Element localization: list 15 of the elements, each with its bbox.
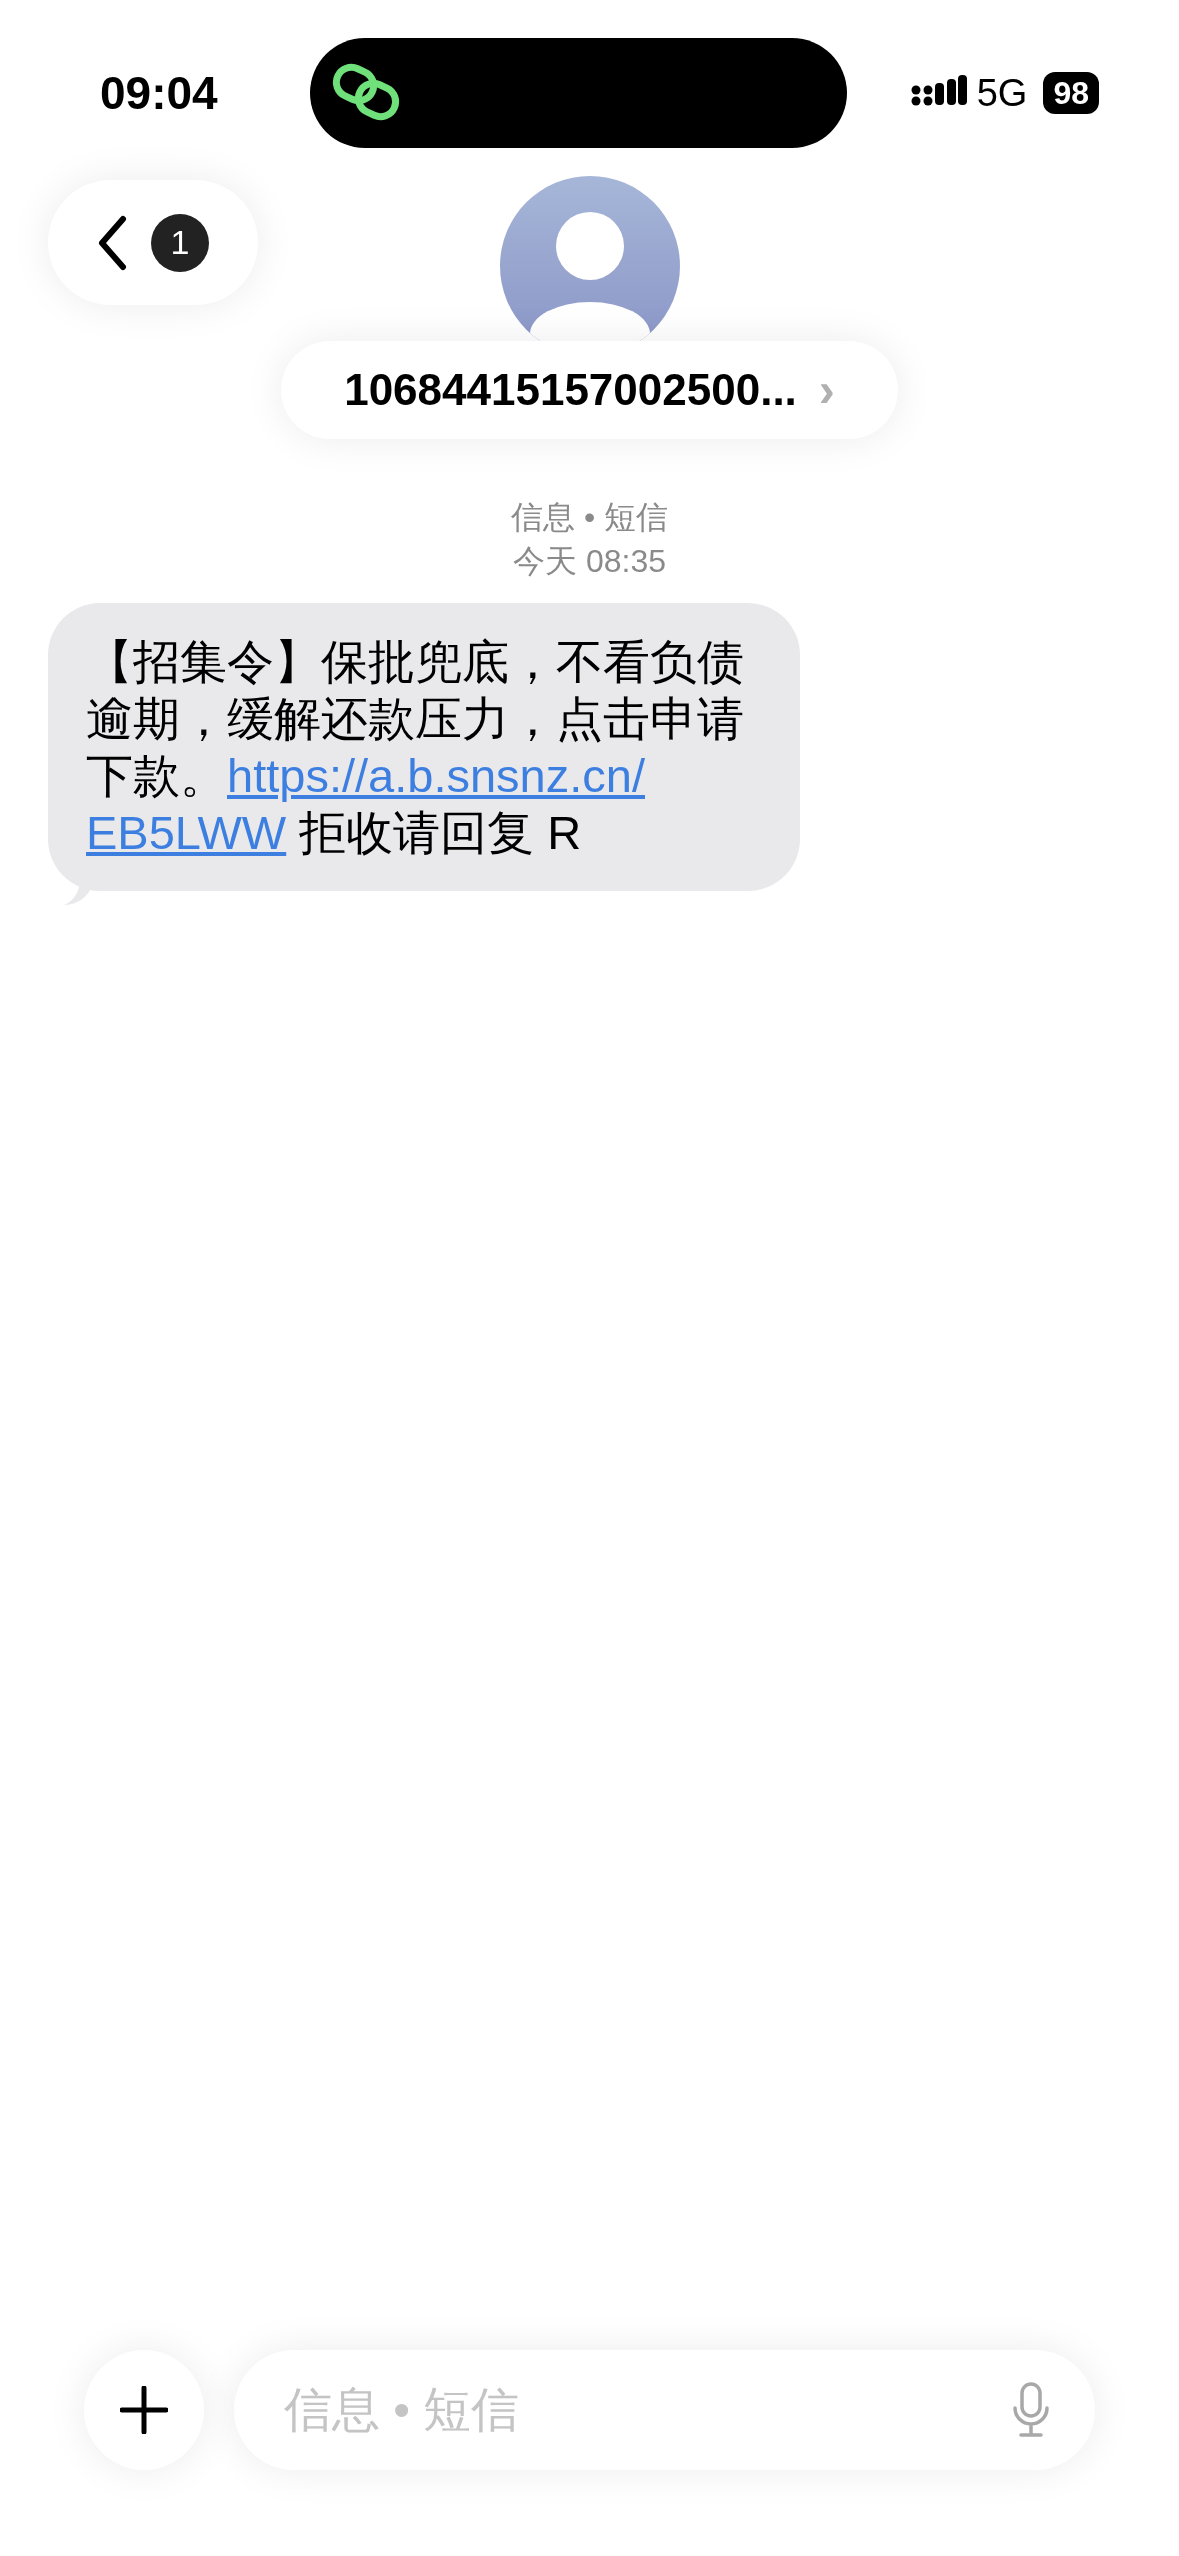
plus-icon <box>120 2386 168 2434</box>
message-field[interactable]: 信息 • 短信 <box>284 2374 1011 2446</box>
chevron-icon: › <box>818 354 835 426</box>
contact-number: 10684415157002500... <box>344 364 797 416</box>
unread-badge: 1 <box>151 213 209 272</box>
link-icon <box>332 63 402 123</box>
message-channel: 信息 • 短信 <box>511 498 668 537</box>
back-icon <box>97 214 127 271</box>
message-text: 【招集令】保批兜底，不看负债逾期，缓解还款压力，点击申请下款。https://a.b.snsnz.cn/ EB5LWW 拒收请回复 R <box>86 634 745 861</box>
status-time: 09:04 <box>100 65 219 121</box>
message-timestamp: 今天 08:35 <box>513 542 666 581</box>
network-label: 5G <box>976 70 1028 116</box>
microphone-icon <box>1011 2382 1051 2438</box>
back-button[interactable]: 1 <box>48 180 258 305</box>
battery-indicator: 98 <box>1043 72 1099 114</box>
